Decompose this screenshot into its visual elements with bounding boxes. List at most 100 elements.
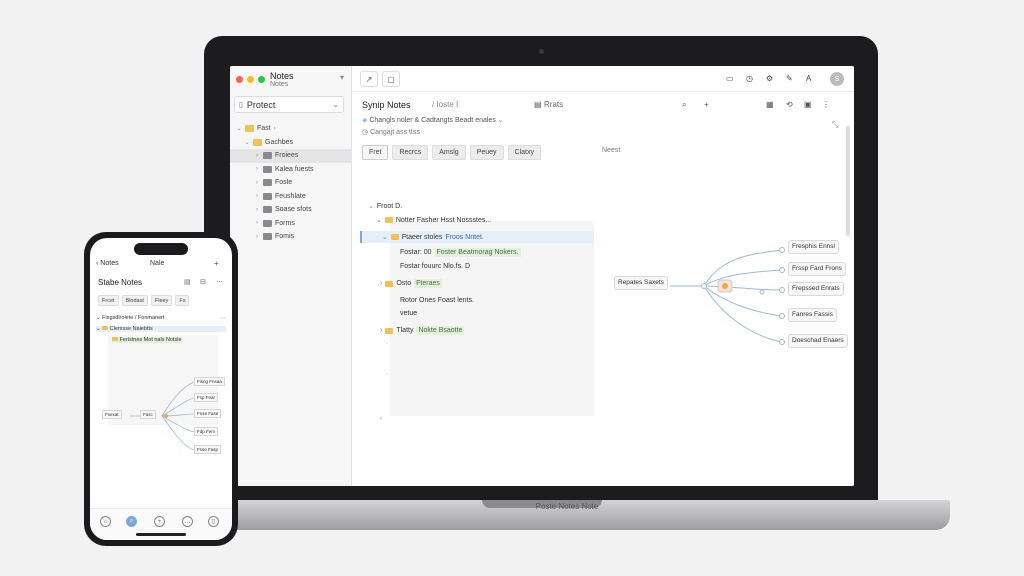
mind-map-node[interactable]: Fresphis Ennsl	[788, 240, 839, 254]
chevron-right-icon[interactable]: ›	[380, 327, 382, 334]
sidebar-item-label: Fosle	[275, 179, 293, 187]
outline-item-tag[interactable]: Nokte Bsaotte	[416, 326, 465, 335]
outline-item[interactable]: vetue	[400, 310, 417, 317]
edit-icon[interactable]: ✎	[786, 74, 793, 83]
chevron-down-icon[interactable]: ⌄	[376, 216, 382, 224]
search-icon[interactable]: ⌕	[682, 100, 686, 110]
history-icon[interactable]: ◷	[746, 74, 753, 83]
breadcrumb[interactable]: / Ioste I	[432, 100, 458, 109]
text-icon[interactable]: A	[806, 74, 811, 83]
outline-item[interactable]: Fostar fouurc Nlo.fs. D	[400, 263, 470, 270]
mind-map-node[interactable]: Frssp Fard Frons	[788, 262, 846, 276]
chevron-right-icon[interactable]: ›	[254, 166, 260, 172]
refresh-icon[interactable]: ⟲	[786, 100, 793, 109]
phone-outline-section[interactable]: ⌄ Clemsse Naiebtts	[96, 326, 226, 332]
add-icon[interactable]: +	[704, 100, 709, 109]
home-icon[interactable]: ⌂	[100, 516, 111, 527]
phone-mind-map-node[interactable]: Fisng Fnsaa	[194, 377, 225, 386]
profile-icon[interactable]: ▯	[208, 516, 219, 527]
square-icon[interactable]: ▢	[382, 71, 400, 87]
more-icon[interactable]: ⋮	[822, 100, 830, 109]
chevron-down-icon[interactable]: ⌄	[498, 117, 504, 124]
folder-icon	[384, 217, 393, 223]
minimize-window-button[interactable]	[247, 76, 254, 83]
tab-fret[interactable]: Fret	[362, 145, 389, 160]
sidebar-item[interactable]: › Soase sfots	[230, 203, 352, 217]
zoom-window-button[interactable]	[258, 76, 265, 83]
tab-clatxy[interactable]: Clatxy	[507, 145, 541, 160]
tab-peuey[interactable]: Peuey	[469, 145, 504, 160]
layout-icon[interactable]: ▣	[804, 100, 812, 109]
chat-icon[interactable]: …	[182, 516, 193, 527]
tab-amslg[interactable]: Amslg	[432, 145, 466, 160]
chevron-down-icon[interactable]: ⌄	[368, 202, 374, 210]
outline-item-tag[interactable]: Fteraes	[414, 279, 442, 288]
phone-mind-map-node[interactable]: Fsp Fear	[194, 393, 219, 402]
phone-tab[interactable]: Fleey	[150, 295, 173, 306]
phone-outline-item[interactable]: Feristnes Mot nals Notsle	[112, 337, 182, 343]
sidebar-item[interactable]: ⌄ Fast ›	[230, 122, 352, 136]
add-icon[interactable]: +	[154, 516, 165, 527]
chat-icon[interactable]: ▭	[726, 74, 734, 83]
chevron-down-icon[interactable]: ⌄	[382, 233, 388, 241]
expand-icon[interactable]: ⤡	[832, 120, 838, 130]
outline-item[interactable]: › Tlatty Nokte Bsaotte	[380, 326, 465, 335]
mind-map-node[interactable]: Fanres Fassis	[788, 308, 837, 322]
chevron-right-icon[interactable]: ›	[254, 220, 260, 226]
sidebar-item[interactable]: › Fomis	[230, 230, 352, 244]
sidebar-item[interactable]: › Kalea fuests	[230, 163, 352, 177]
arrow-icon[interactable]: ↗	[360, 71, 378, 87]
more-icon[interactable]: ⋯	[220, 315, 226, 322]
sidebar-item-label: Feushlate	[275, 192, 306, 200]
outline-item-tag[interactable]: Foster Beatmorag Nokers.	[434, 248, 521, 257]
tab-recrcs[interactable]: Recrcs	[392, 145, 429, 160]
chevron-right-icon[interactable]: ›	[254, 180, 260, 186]
chevron-down-icon[interactable]: ▾	[340, 73, 344, 82]
chevron-down-icon[interactable]: ⌄	[236, 125, 242, 132]
chevron-right-icon[interactable]: ›	[254, 193, 260, 199]
sidebar-item[interactable]: › Forms	[230, 217, 352, 231]
phone-mind-map-center[interactable]: Fsexat	[102, 410, 122, 419]
grid-icon[interactable]: ▦	[766, 100, 774, 109]
mind-map-node[interactable]: Frepssed Enrats	[788, 282, 844, 296]
close-window-button[interactable]	[236, 76, 243, 83]
chevron-right-icon[interactable]: ›	[254, 234, 260, 240]
phone-tab[interactable]: Blodast	[121, 295, 148, 306]
phone-outline-root[interactable]: ⌄ Fisgsdlrolete / Fonmanert	[96, 315, 165, 321]
settings-icon[interactable]: ⚙	[766, 74, 773, 83]
mind-map-node[interactable]: Doeschad Enaers	[788, 334, 848, 348]
phone-mind-map-node[interactable]: Fdp Fem	[194, 427, 219, 436]
outline-item[interactable]: Rotor Ones Foast lents.	[400, 297, 474, 304]
chevron-right-icon[interactable]: ›	[254, 153, 260, 159]
document-icon[interactable]: ▤	[184, 278, 191, 286]
avatar[interactable]: S	[830, 72, 844, 86]
sidebar-item[interactable]: › Feushlate	[230, 190, 352, 204]
outline-item-tag[interactable]: Froos Nntet.	[445, 234, 484, 241]
sidebar-item[interactable]: ⌄ Gachbes	[230, 136, 352, 150]
sidebar-item-selected[interactable]: › Froiees	[230, 149, 352, 163]
chevron-right-icon[interactable]: ›	[254, 207, 260, 213]
search-icon[interactable]: ⌕	[126, 516, 137, 527]
chevron-right-icon[interactable]: ›	[380, 280, 382, 287]
outline-item[interactable]: › Osto Fteraes	[380, 279, 442, 288]
phone-mind-map-node[interactable]: Fsse Fasp	[194, 445, 222, 454]
outline-item-selected[interactable]: ⌄ Ftaeer stoles Froos Nntet.	[360, 231, 594, 243]
phone-mind-map-node[interactable]: Fnse Fase	[194, 409, 222, 418]
sidebar-item[interactable]: › Fosle	[230, 176, 352, 190]
project-select[interactable]: ▯ Protect ⌄	[234, 96, 344, 113]
edit-icon[interactable]: ⊟	[200, 278, 206, 286]
add-icon[interactable]: +	[214, 259, 219, 268]
phone-tab[interactable]: Frcet	[98, 295, 119, 306]
folder-icon	[245, 125, 254, 133]
more-icon[interactable]: ⋯	[216, 278, 223, 286]
outline-item[interactable]: Fostar: 00 Foster Beatmorag Nokers.	[400, 248, 521, 257]
mind-map-center-node[interactable]: Repates Saxets	[614, 276, 668, 290]
phone-tab[interactable]: Fs	[175, 295, 190, 306]
tab-more[interactable]: Neest	[602, 147, 620, 154]
outline-section[interactable]: ⌄ Notter Fasher Hsst Nossstes...	[376, 216, 491, 225]
phone-mind-map-hub[interactable]: Fasc	[140, 410, 156, 419]
chevron-down-icon[interactable]: ⌄	[244, 139, 250, 146]
scrollbar[interactable]	[846, 126, 850, 236]
back-button[interactable]: ‹ Notes	[96, 260, 119, 267]
outline-root[interactable]: ⌄ Froot D.	[368, 202, 402, 211]
